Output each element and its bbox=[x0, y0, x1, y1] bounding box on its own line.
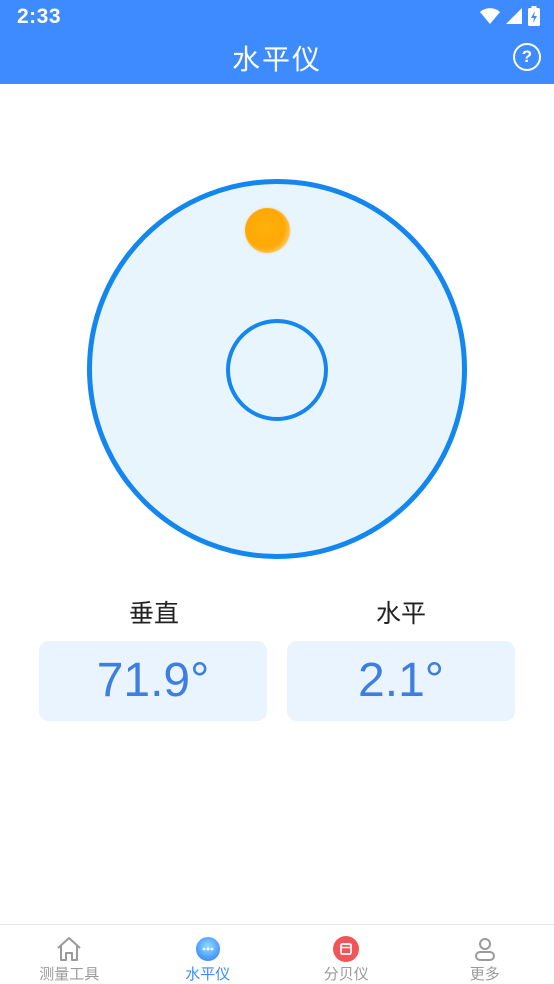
home-icon bbox=[57, 937, 81, 961]
horizontal-label: 水平 bbox=[375, 599, 426, 628]
page-title: 水平仪 bbox=[231, 43, 322, 76]
vertical-label: 垂直 bbox=[128, 599, 179, 628]
tab-label: 水平仪 bbox=[185, 965, 231, 983]
person-icon bbox=[474, 938, 495, 961]
help-icon[interactable]: ? bbox=[513, 43, 541, 71]
tab-decibel[interactable]: 分贝仪 bbox=[277, 925, 416, 984]
tab-measure-tools[interactable]: 测量工具 bbox=[0, 925, 139, 984]
horizontal-value: 2.1° bbox=[287, 641, 515, 721]
vertical-value: 71.9° bbox=[39, 641, 267, 721]
tab-level[interactable]: 水平仪 bbox=[139, 925, 278, 984]
tab-label: 更多 bbox=[469, 965, 500, 983]
level-center-ring bbox=[226, 319, 328, 421]
level-icon bbox=[195, 937, 220, 961]
tab-label: 分贝仪 bbox=[323, 965, 369, 983]
wifi-icon bbox=[480, 8, 500, 24]
signal-icon bbox=[506, 8, 522, 24]
tab-more[interactable]: 更多 bbox=[416, 925, 554, 984]
decibel-icon bbox=[333, 936, 360, 962]
bottom-tab-bar: 测量工具 水平仪 分贝仪 更多 bbox=[0, 924, 554, 984]
status-time: 2:33 bbox=[17, 5, 62, 28]
level-bubble bbox=[245, 208, 290, 253]
battery-icon bbox=[528, 6, 540, 26]
status-icons bbox=[480, 6, 540, 26]
app-header: 2:33 水平仪 ? bbox=[0, 0, 554, 84]
tab-label: 测量工具 bbox=[39, 965, 100, 983]
